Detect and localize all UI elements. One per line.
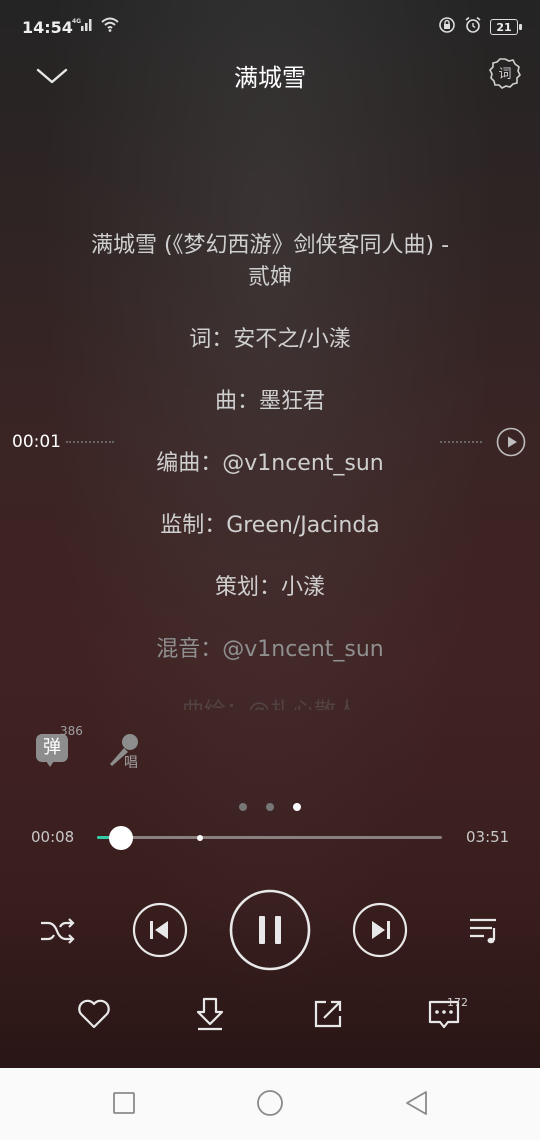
page-dot[interactable]	[238, 803, 247, 811]
next-button[interactable]	[352, 902, 408, 958]
like-button[interactable]	[74, 994, 114, 1034]
share-button[interactable]	[308, 994, 348, 1034]
previous-icon	[132, 902, 188, 958]
back-button[interactable]	[402, 1088, 432, 1118]
song-title: 满城雪	[234, 64, 306, 92]
pause-icon	[229, 889, 311, 971]
comment-count: 172	[447, 996, 468, 1009]
lyric-title-block: 满城雪 (《梦幻西游》剑侠客同人曲) - 贰婶	[0, 230, 540, 294]
page-indicator	[0, 796, 540, 815]
status-left-icons: 4G	[72, 16, 120, 36]
wifi-icon	[100, 16, 120, 36]
lyric-gear-icon: 词	[489, 58, 521, 89]
elapsed-time: 00:08	[31, 828, 75, 846]
square-icon	[113, 1092, 135, 1114]
heart-icon	[78, 999, 110, 1029]
battery-level: 21	[496, 20, 512, 34]
download-icon	[196, 997, 224, 1031]
page-dot-active[interactable]	[293, 803, 302, 811]
triangle-back-icon	[406, 1091, 427, 1115]
system-nav-bar	[0, 1068, 540, 1140]
lyrics-panel[interactable]: 满城雪 (《梦幻西游》剑侠客同人曲) - 贰婶 词：安不之/小漾 曲：墨狂君 编…	[0, 230, 540, 740]
player-header: 满城雪 词	[0, 54, 540, 98]
lyric-button-text: 词	[498, 67, 511, 82]
progress-fill	[97, 836, 109, 839]
download-button[interactable]	[190, 994, 230, 1034]
status-time: 14:54	[22, 18, 73, 37]
signal-icon: 4G	[72, 16, 94, 36]
seek-play-button[interactable]	[496, 427, 526, 457]
circle-icon	[257, 1090, 283, 1116]
lyric-line: 混音：@v1ncent_sun	[156, 637, 384, 662]
status-right-icons: 21	[438, 16, 522, 38]
status-bar: 14:54 4G 21	[0, 0, 540, 54]
next-icon	[352, 902, 408, 958]
progress-knob[interactable]	[109, 826, 133, 850]
lyric-line: 曲：墨狂君	[214, 389, 325, 414]
share-icon	[314, 1000, 342, 1028]
buffer-marker	[197, 835, 203, 841]
battery-icon: 21	[490, 19, 522, 35]
lyric-line: 编曲：@v1ncent_sun	[156, 451, 384, 476]
playlist-icon	[470, 918, 496, 944]
progress-track[interactable]	[97, 836, 442, 839]
lyric-title-line2: 贰婶	[247, 265, 292, 290]
lyric-settings-button[interactable]: 词	[488, 56, 522, 90]
shuffle-icon	[41, 918, 75, 944]
play-circle-icon	[496, 427, 526, 457]
danmu-count: 386	[60, 724, 83, 738]
shuffle-button[interactable]	[38, 912, 76, 950]
lock-rotation-icon	[438, 16, 456, 38]
previous-button[interactable]	[132, 902, 188, 958]
lyric-line: 曲绘：@扎心散人	[0, 696, 540, 710]
lyric-line: 策划：小漾	[214, 575, 325, 600]
sing-label: 唱	[124, 755, 138, 771]
playlist-button[interactable]	[466, 912, 502, 948]
home-button[interactable]	[255, 1088, 285, 1118]
total-time: 03:51	[466, 828, 510, 846]
page-dot[interactable]	[266, 803, 274, 811]
pause-button[interactable]	[229, 889, 311, 971]
lyric-line: 词：安不之/小漾	[189, 327, 351, 352]
network-type-text: 4G	[72, 18, 81, 25]
lyric-line: 监制：Green/Jacinda	[160, 513, 380, 538]
lyric-seek-time: 00:01	[12, 432, 61, 452]
alarm-icon	[464, 16, 482, 38]
recents-button[interactable]	[109, 1088, 139, 1118]
seek-guide-left	[66, 441, 114, 443]
lyric-title-line1: 满城雪 (《梦幻西游》剑侠客同人曲) -	[90, 233, 450, 258]
seek-guide-right	[440, 441, 482, 443]
